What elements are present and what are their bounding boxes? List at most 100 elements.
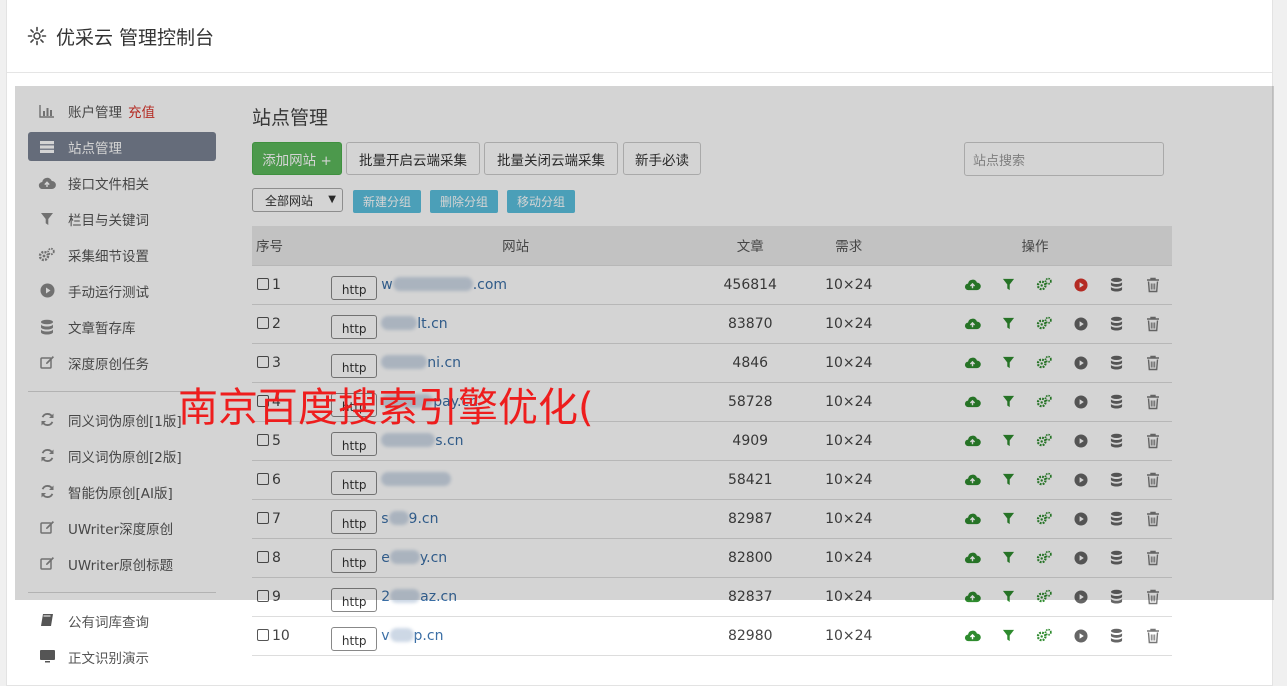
site-domain-link[interactable]: e y.cn bbox=[381, 549, 447, 566]
row-checkbox[interactable] bbox=[257, 589, 269, 602]
move-group-button[interactable]: 移动分组 bbox=[507, 190, 575, 213]
gears-icon[interactable] bbox=[1027, 472, 1063, 487]
row-checkbox[interactable] bbox=[257, 316, 269, 329]
sidebar-item-columns-keywords[interactable]: 栏目与关键词 bbox=[28, 204, 216, 233]
row-checkbox[interactable] bbox=[257, 472, 269, 485]
gears-icon[interactable] bbox=[1027, 355, 1063, 370]
trash-icon[interactable] bbox=[1135, 550, 1171, 566]
play-circle-icon[interactable] bbox=[1063, 550, 1099, 565]
site-domain-link[interactable]: 2 az.cn bbox=[381, 588, 457, 605]
site-domain-link[interactable]: v p.cn bbox=[381, 627, 443, 644]
trash-icon[interactable] bbox=[1135, 433, 1171, 449]
database-icon[interactable] bbox=[1099, 472, 1135, 487]
cloud-upload-icon[interactable] bbox=[955, 590, 991, 603]
filter-icon[interactable] bbox=[991, 317, 1027, 330]
sidebar-item-deep-original[interactable]: 深度原创任务 bbox=[28, 348, 216, 377]
demand-value[interactable]: 10×24 bbox=[799, 577, 898, 617]
trash-icon[interactable] bbox=[1135, 472, 1171, 488]
protocol-badge[interactable]: http bbox=[331, 470, 378, 495]
play-circle-icon[interactable] bbox=[1063, 394, 1099, 409]
database-icon[interactable] bbox=[1099, 433, 1135, 448]
sidebar-item-interface-files[interactable]: 接口文件相关 bbox=[28, 168, 216, 197]
play-circle-icon[interactable] bbox=[1063, 472, 1099, 487]
sidebar-item-uwriter-deep[interactable]: UWriter深度原创 bbox=[28, 513, 216, 542]
demand-value[interactable]: 10×24 bbox=[799, 499, 898, 539]
site-domain-link[interactable] bbox=[381, 471, 452, 488]
site-domain-link[interactable]: w .com bbox=[381, 276, 507, 293]
database-icon[interactable] bbox=[1099, 355, 1135, 370]
article-count[interactable]: 4909 bbox=[700, 421, 800, 461]
article-count[interactable]: 58728 bbox=[700, 382, 800, 422]
trash-icon[interactable] bbox=[1135, 628, 1171, 644]
play-circle-icon[interactable] bbox=[1063, 589, 1099, 604]
site-domain-link[interactable]: s 9.cn bbox=[381, 510, 438, 527]
site-domain-link[interactable]: lt.cn bbox=[381, 315, 448, 332]
batch-close-cloud-button[interactable]: 批量关闭云端采集 bbox=[484, 142, 618, 175]
gears-icon[interactable] bbox=[1027, 277, 1063, 292]
demand-value[interactable]: 10×24 bbox=[799, 382, 898, 422]
cloud-upload-icon[interactable] bbox=[955, 278, 991, 291]
play-circle-icon[interactable] bbox=[1063, 433, 1099, 448]
batch-open-cloud-button[interactable]: 批量开启云端采集 bbox=[346, 142, 480, 175]
trash-icon[interactable] bbox=[1135, 511, 1171, 527]
sidebar-item-account[interactable]: 账户管理 充值 bbox=[28, 96, 216, 125]
demand-value[interactable]: 10×24 bbox=[799, 265, 898, 305]
gears-icon[interactable] bbox=[1027, 511, 1063, 526]
demand-value[interactable]: 10×24 bbox=[799, 616, 898, 656]
gear-icon[interactable] bbox=[27, 26, 47, 46]
article-count[interactable]: 456814 bbox=[700, 265, 800, 305]
demand-value[interactable]: 10×24 bbox=[799, 421, 898, 461]
sidebar-item-site-manage[interactable]: 站点管理 bbox=[28, 132, 216, 161]
trash-icon[interactable] bbox=[1135, 277, 1171, 293]
article-count[interactable]: 82987 bbox=[700, 499, 800, 539]
article-count[interactable]: 82980 bbox=[700, 616, 800, 656]
filter-icon[interactable] bbox=[991, 278, 1027, 291]
article-count[interactable]: 82837 bbox=[700, 577, 800, 617]
cloud-upload-icon[interactable] bbox=[955, 395, 991, 408]
add-site-button[interactable]: 添加网站 + bbox=[252, 142, 342, 175]
play-circle-icon[interactable] bbox=[1063, 355, 1099, 370]
row-checkbox[interactable] bbox=[257, 511, 269, 524]
play-circle-icon[interactable] bbox=[1063, 316, 1099, 331]
protocol-badge[interactable]: http bbox=[331, 314, 378, 339]
cloud-upload-icon[interactable] bbox=[955, 317, 991, 330]
filter-icon[interactable] bbox=[991, 551, 1027, 564]
row-checkbox[interactable] bbox=[257, 628, 269, 641]
filter-icon[interactable] bbox=[991, 356, 1027, 369]
row-checkbox[interactable] bbox=[257, 550, 269, 563]
gears-icon[interactable] bbox=[1027, 394, 1063, 409]
gears-icon[interactable] bbox=[1027, 316, 1063, 331]
filter-icon[interactable] bbox=[991, 473, 1027, 486]
cloud-upload-icon[interactable] bbox=[955, 473, 991, 486]
gears-icon[interactable] bbox=[1027, 628, 1063, 643]
site-domain-link[interactable]: ni.cn bbox=[381, 354, 461, 371]
cloud-upload-icon[interactable] bbox=[955, 434, 991, 447]
cloud-upload-icon[interactable] bbox=[955, 512, 991, 525]
demand-value[interactable]: 10×24 bbox=[799, 460, 898, 500]
database-icon[interactable] bbox=[1099, 589, 1135, 604]
article-count[interactable]: 82800 bbox=[700, 538, 800, 578]
database-icon[interactable] bbox=[1099, 394, 1135, 409]
demand-value[interactable]: 10×24 bbox=[799, 343, 898, 383]
protocol-badge[interactable]: http bbox=[331, 587, 378, 612]
play-circle-icon[interactable] bbox=[1063, 277, 1099, 292]
database-icon[interactable] bbox=[1099, 628, 1135, 643]
trash-icon[interactable] bbox=[1135, 589, 1171, 605]
trash-icon[interactable] bbox=[1135, 316, 1171, 332]
demand-value[interactable]: 10×24 bbox=[799, 304, 898, 344]
play-circle-icon[interactable] bbox=[1063, 511, 1099, 526]
sidebar-item-synonym-v2[interactable]: 同义词伪原创[2版] bbox=[28, 441, 216, 470]
row-checkbox[interactable] bbox=[257, 355, 269, 368]
filter-icon[interactable] bbox=[991, 590, 1027, 603]
row-checkbox[interactable] bbox=[257, 277, 269, 290]
filter-icon[interactable] bbox=[991, 395, 1027, 408]
filter-icon[interactable] bbox=[991, 629, 1027, 642]
article-count[interactable]: 58421 bbox=[700, 460, 800, 500]
gears-icon[interactable] bbox=[1027, 433, 1063, 448]
protocol-badge[interactable]: http bbox=[331, 431, 378, 456]
site-domain-link[interactable]: s.cn bbox=[381, 432, 464, 449]
protocol-badge[interactable]: http bbox=[331, 275, 378, 300]
database-icon[interactable] bbox=[1099, 277, 1135, 292]
row-checkbox[interactable] bbox=[257, 433, 269, 446]
article-count[interactable]: 83870 bbox=[700, 304, 800, 344]
